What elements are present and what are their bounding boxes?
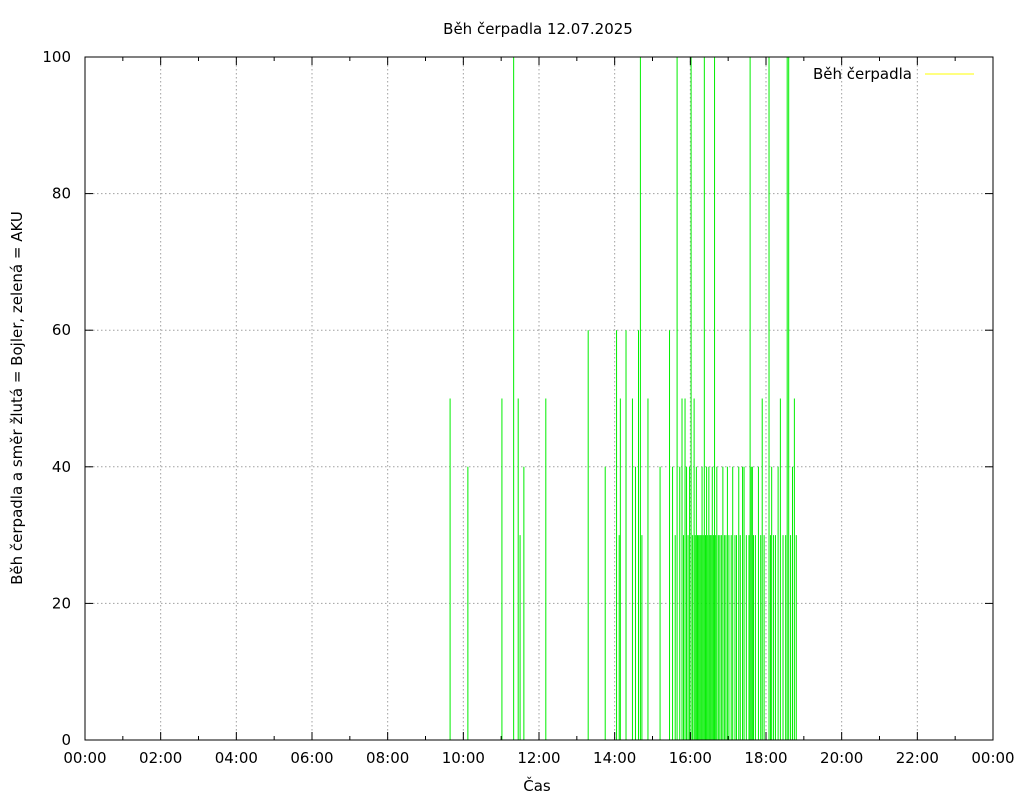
x-axis-label: Čas bbox=[523, 776, 551, 795]
x-tick-label: 04:00 bbox=[215, 749, 258, 767]
y-tick-label: 40 bbox=[52, 458, 71, 476]
y-tick-label: 60 bbox=[52, 321, 71, 339]
x-tick-label: 16:00 bbox=[669, 749, 712, 767]
chart-background bbox=[0, 0, 1024, 800]
x-tick-label: 06:00 bbox=[290, 749, 333, 767]
x-tick-label: 22:00 bbox=[896, 749, 939, 767]
chart-title: Běh čerpadla 12.07.2025 bbox=[443, 20, 633, 38]
x-tick-label: 12:00 bbox=[517, 749, 560, 767]
y-tick-label: 80 bbox=[52, 185, 71, 203]
legend-label: Běh čerpadla bbox=[813, 65, 912, 83]
x-tick-label: 02:00 bbox=[139, 749, 182, 767]
y-tick-label: 0 bbox=[61, 731, 71, 749]
x-tick-label: 08:00 bbox=[366, 749, 409, 767]
chart: Běh čerpadla 12.07.2025 00:00 02:00 04:00 0… bbox=[0, 0, 1024, 800]
x-tick-label: 20:00 bbox=[820, 749, 863, 767]
x-tick-label: 00:00 bbox=[971, 749, 1014, 767]
x-tick-label: 00:00 bbox=[63, 749, 106, 767]
x-tick-label: 14:00 bbox=[593, 749, 636, 767]
x-tick-label: 18:00 bbox=[744, 749, 787, 767]
y-tick-label: 20 bbox=[52, 594, 71, 612]
y-tick-label: 100 bbox=[42, 48, 71, 66]
x-tick-label: 10:00 bbox=[442, 749, 485, 767]
y-axis-label: Běh čerpadla a směr žlutá = Bojler, zele… bbox=[8, 211, 26, 585]
